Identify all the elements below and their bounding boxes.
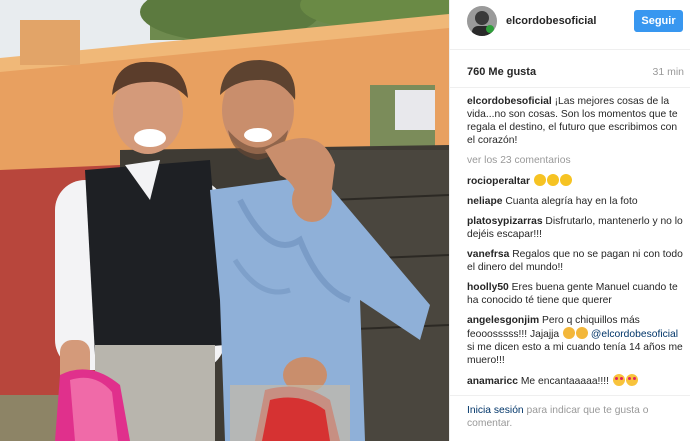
smiling-face-icon [563, 327, 576, 339]
comment-item: hoolly50 Eres buena gente Manuel cuando … [467, 281, 685, 307]
heart-eyes-icon [625, 374, 638, 386]
comment-item: platosypizarras Disfrutarlo, mantenerlo … [467, 215, 685, 241]
comment-username[interactable]: angelesgonjim [467, 315, 539, 326]
comment-username[interactable]: rocioperaltar [467, 176, 530, 187]
comment-text: si me dicen esto a mi cuando tenía 14 añ… [467, 342, 683, 366]
comment-username[interactable]: anamaricc [467, 376, 518, 387]
view-all-comments-link[interactable]: ver los 23 comentarios [467, 154, 685, 167]
post-time: 31 min [652, 66, 684, 78]
caption-username[interactable]: elcordobesoficial [467, 96, 552, 107]
post-header: elcordobesoficial Seguir [450, 0, 690, 50]
comment-username[interactable]: hoolly50 [467, 282, 509, 293]
clapping-hands-icon [533, 174, 546, 186]
comment-username[interactable]: neliape [467, 196, 502, 207]
smiling-face-icon [576, 327, 589, 339]
comment-text: Me encantaaaaa!!!! [520, 376, 609, 387]
comment-item: neliape Cuanta alegría hay en la foto [467, 195, 685, 208]
comment-username[interactable]: vanefrsa [467, 249, 509, 260]
login-link[interactable]: Inicia sesión [467, 405, 524, 416]
post-footer: Inicia sesión para indicar que te gusta … [450, 395, 690, 441]
comment-username[interactable]: platosypizarras [467, 216, 543, 227]
likes-row: 760 Me gusta 31 min [450, 50, 690, 88]
heart-eyes-icon [612, 374, 625, 386]
comment-text: Cuanta alegría hay en la foto [505, 196, 638, 207]
comments-list: elcordobesoficial ¡Las mejores cosas de … [467, 95, 685, 395]
likes-count[interactable]: 760 Me gusta [467, 66, 536, 78]
clapping-hands-icon [546, 174, 559, 186]
comment-item: anamaricc Me encantaaaaa!!!! [467, 374, 685, 388]
clapping-hands-icon [559, 174, 572, 186]
post-photo[interactable] [0, 0, 449, 441]
login-prompt: Inicia sesión para indicar que te gusta … [467, 404, 677, 430]
comment-item: vanefrsa Regalos que no se pagan ni con … [467, 248, 685, 274]
header-username[interactable]: elcordobesoficial [506, 15, 596, 27]
comment-item: angelesgonjim Pero q chiquillos más feoo… [467, 314, 685, 367]
comment-item: rocioperaltar [467, 174, 685, 188]
post-side-panel: elcordobesoficial Seguir 760 Me gusta 31… [449, 0, 690, 441]
caption: elcordobesoficial ¡Las mejores cosas de … [467, 95, 685, 147]
follow-button[interactable]: Seguir [634, 10, 683, 32]
photo-illustration [0, 0, 449, 441]
comment-mention[interactable]: @elcordobesoficial [591, 329, 678, 340]
instagram-post: elcordobesoficial Seguir 760 Me gusta 31… [0, 0, 690, 441]
avatar-image [467, 6, 497, 36]
avatar[interactable] [467, 6, 497, 36]
